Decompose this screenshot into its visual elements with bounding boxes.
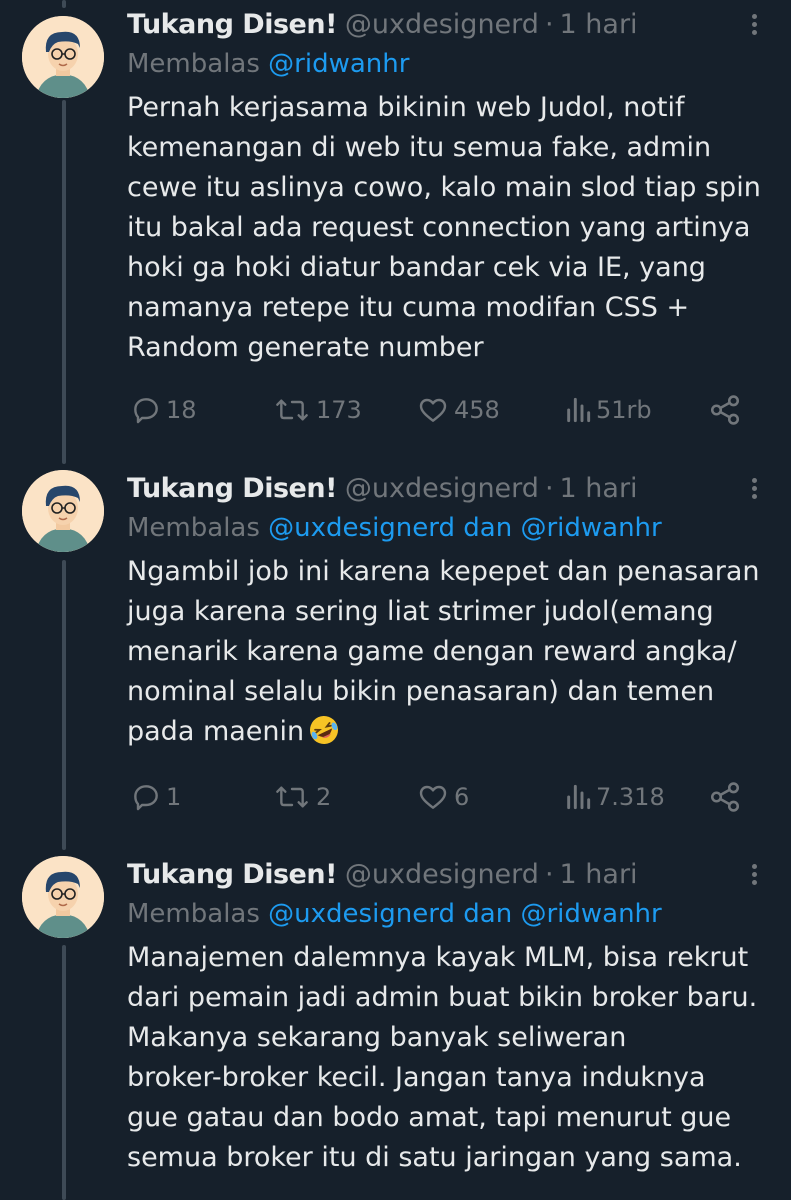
tweet-text-fragment: pada maenin	[127, 716, 305, 747]
views-button[interactable]: 7.318	[564, 777, 665, 817]
reply-button[interactable]: 1	[130, 777, 181, 817]
tweet-text-line: semua broker itu di satu jaringan yang s…	[127, 1142, 742, 1173]
reply-count: 1	[166, 783, 182, 811]
reply-button[interactable]: 18	[130, 390, 197, 430]
tweet-text-line: Makanya sekarang banyak seliweran	[127, 1022, 627, 1053]
repost-icon	[276, 786, 308, 808]
tweet-header: Tukang Disen! @uxdesignerd · 1 hari	[127, 854, 771, 894]
tweet-text-line: Random generate number	[127, 332, 484, 363]
reply-mention-link[interactable]: @uxdesignerd dan @ridwanhr	[268, 899, 662, 929]
tweet[interactable]: Tukang Disen! @uxdesignerd · 1 hari Memb…	[0, 854, 791, 1200]
timestamp[interactable]: 1 hari	[560, 859, 638, 890]
view-count: 7.318	[596, 783, 665, 811]
tweet-content: Tukang Disen! @uxdesignerd · 1 hari Memb…	[127, 468, 771, 752]
tweet-text-line: kemenangan di web itu semua fake, admin	[127, 132, 712, 163]
tweet-text-line: itu bakal ada request connection yang ar…	[127, 212, 751, 243]
display-name[interactable]: Tukang Disen!	[127, 9, 337, 40]
avatar-illustration	[22, 16, 104, 98]
like-count: 458	[454, 396, 500, 424]
tweet-text-line: menarik karena game dengan reward angka/	[127, 636, 737, 667]
more-options-icon[interactable]	[743, 4, 767, 44]
repost-button[interactable]: 2	[272, 777, 331, 817]
user-handle[interactable]: @uxdesignerd	[345, 859, 539, 890]
timestamp[interactable]: 1 hari	[560, 9, 638, 40]
avatar[interactable]	[22, 856, 104, 938]
tweet[interactable]: Tukang Disen! @uxdesignerd · 1 hari Memb…	[0, 0, 791, 460]
user-handle[interactable]: @uxdesignerd	[345, 473, 539, 504]
like-button[interactable]: 458	[416, 390, 500, 430]
share-icon	[710, 395, 740, 425]
repost-count: 2	[316, 783, 332, 811]
heart-icon	[419, 785, 447, 809]
tweet-text-line: Manajemen dalemnya kayak MLM, bisa rekru…	[127, 942, 749, 973]
repost-icon	[276, 399, 308, 421]
repost-count: 173	[316, 396, 362, 424]
tweet-text: Ngambil job ini karena kepepet dan penas…	[127, 552, 771, 752]
view-count: 51rb	[596, 396, 652, 424]
tweet[interactable]: Tukang Disen! @uxdesignerd · 1 hari Memb…	[0, 468, 791, 848]
heart-icon	[419, 398, 447, 422]
tweet-header: Tukang Disen! @uxdesignerd · 1 hari	[127, 468, 771, 508]
display-name[interactable]: Tukang Disen!	[127, 473, 337, 504]
tweet-text: Manajemen dalemnya kayak MLM, bisa rekru…	[127, 938, 771, 1178]
reply-context: Membalas @uxdesignerd dan @ridwanhr	[127, 894, 771, 934]
timestamp[interactable]: 1 hari	[560, 473, 638, 504]
like-button[interactable]: 6	[416, 777, 469, 817]
separator-dot: ·	[544, 472, 554, 504]
tweet-text-line: namanya retepe itu cuma modifan CSS +	[127, 292, 690, 323]
tweet-text-line: hoki ga hoki diatur bandar cek via IE, y…	[127, 252, 706, 283]
tweet-text-line: Pernah kerjasama bikinin web Judol, noti…	[127, 92, 685, 123]
tweet-text-line: broker-broker kecil. Jangan tanya indukn…	[127, 1062, 706, 1093]
tweet-content: Tukang Disen! @uxdesignerd · 1 hari Memb…	[127, 854, 771, 1178]
share-button[interactable]	[708, 777, 746, 817]
repost-button[interactable]: 173	[272, 390, 362, 430]
user-handle[interactable]: @uxdesignerd	[345, 9, 539, 40]
tweet-text-line: cewe itu aslinya cowo, kalo main slod ti…	[127, 172, 761, 203]
reply-mention-link[interactable]: @ridwanhr	[268, 49, 409, 79]
separator-dot: ·	[544, 858, 554, 890]
rolling-on-floor-laughing-emoji-icon	[310, 716, 339, 744]
reply-context: Membalas @ridwanhr	[127, 44, 771, 84]
reply-icon	[134, 785, 158, 811]
tweet-actions: 1 2 6 7.318	[130, 777, 750, 817]
more-options-icon[interactable]	[743, 468, 767, 508]
reply-icon	[134, 398, 158, 424]
avatar-illustration	[22, 470, 104, 552]
tweet-text-line: nominal selalu bikin penasaran) dan teme…	[127, 676, 715, 707]
like-count: 6	[454, 783, 470, 811]
share-icon	[710, 782, 740, 812]
reply-context: Membalas @uxdesignerd dan @ridwanhr	[127, 508, 771, 548]
tweet-text: Pernah kerjasama bikinin web Judol, noti…	[127, 88, 771, 368]
views-icon	[567, 784, 591, 810]
more-options-icon[interactable]	[743, 854, 767, 894]
reply-prefix: Membalas	[127, 899, 260, 929]
tweet-actions: 18 173 458 51rb	[130, 390, 750, 430]
tweet-text-line: juga karena sering liat strimer judol(em…	[127, 596, 714, 627]
tweet-text-line: Ngambil job ini karena kepepet dan penas…	[127, 556, 760, 587]
tweet-text-line: pada maenin	[127, 712, 771, 752]
reply-mention-link[interactable]: @uxdesignerd dan @ridwanhr	[268, 513, 662, 543]
reply-prefix: Membalas	[127, 49, 260, 79]
avatar[interactable]	[22, 16, 104, 98]
separator-dot: ·	[544, 8, 554, 40]
tweet-text-line: dari pemain jadi admin buat bikin broker…	[127, 982, 758, 1013]
views-button[interactable]: 51rb	[564, 390, 652, 430]
share-button[interactable]	[708, 390, 746, 430]
tweet-header: Tukang Disen! @uxdesignerd · 1 hari	[127, 4, 771, 44]
views-icon	[567, 397, 591, 423]
reply-prefix: Membalas	[127, 513, 260, 543]
avatar[interactable]	[22, 470, 104, 552]
avatar-illustration	[22, 856, 104, 938]
tweet-content: Tukang Disen! @uxdesignerd · 1 hari Memb…	[127, 4, 771, 368]
display-name[interactable]: Tukang Disen!	[127, 859, 337, 890]
reply-count: 18	[166, 396, 197, 424]
tweet-text-line: gue gatau dan bodo amat, tapi menurut gu…	[127, 1102, 732, 1133]
